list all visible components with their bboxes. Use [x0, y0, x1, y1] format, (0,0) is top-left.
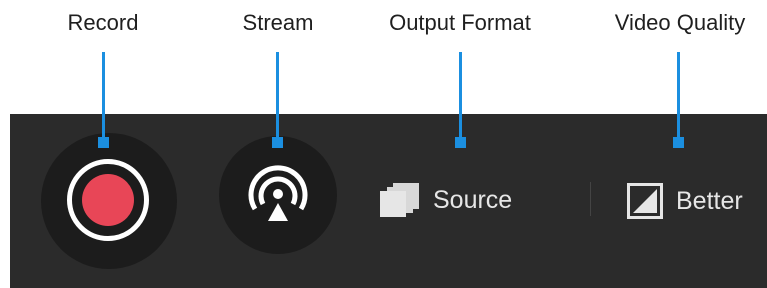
stream-callout-line: [276, 52, 279, 142]
video-quality-callout-label: Video Quality: [614, 10, 746, 35]
stream-button[interactable]: [219, 136, 337, 254]
video-quality-callout-line: [677, 52, 680, 142]
layers-icon: [380, 183, 419, 217]
record-button[interactable]: [41, 133, 177, 269]
record-callout-marker: [98, 137, 109, 148]
record-icon: [82, 174, 134, 226]
record-callout-label: Record: [67, 10, 139, 35]
quality-icon: [627, 183, 663, 219]
video-quality-selector[interactable]: Better: [626, 182, 743, 220]
stream-callout-marker: [272, 137, 283, 148]
broadcast-icon: [248, 165, 308, 221]
output-format-selector[interactable]: Source: [377, 182, 512, 218]
record-callout-line: [102, 52, 105, 142]
toolbar-separator: [590, 182, 591, 216]
capture-toolbar: Source Better: [10, 114, 767, 288]
output-format-callout-label: Output Format: [389, 10, 531, 35]
video-quality-value: Better: [676, 186, 743, 215]
output-format-value: Source: [433, 185, 513, 214]
video-quality-callout-marker: [673, 137, 684, 148]
output-format-callout-marker: [455, 137, 466, 148]
output-format-callout-line: [459, 52, 462, 142]
stream-callout-label: Stream: [242, 10, 314, 35]
